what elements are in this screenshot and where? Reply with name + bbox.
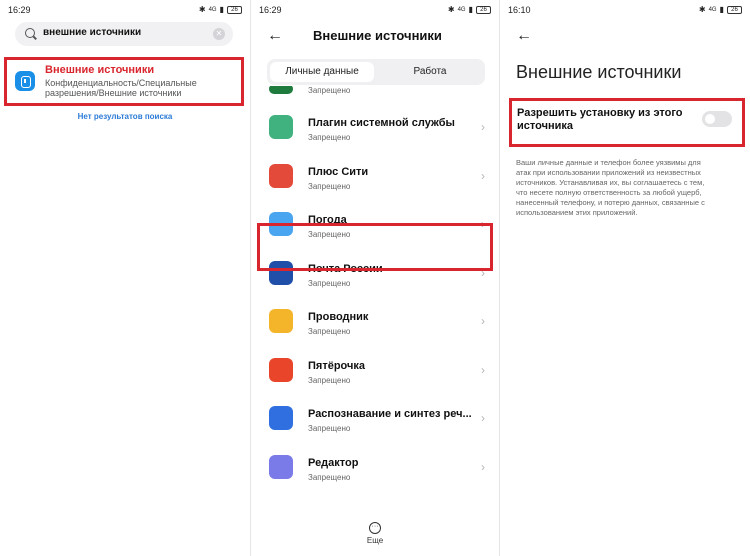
search-result-external-sources[interactable]: Внешние источники Конфиденциальность/Спе… [4,57,244,106]
app-name: Плюс Сити [308,165,369,178]
permission-label: Разрешить установку из этого источника [517,107,683,132]
page-title: Внешние источники [313,28,442,43]
result-path: Конфиденциальность/Специальные разрешени… [45,78,197,98]
status-icons: ✱ 4G ▮ 26 [699,5,742,14]
toggle-app-icon [269,86,293,94]
more-label: Еще [366,536,384,545]
battery-icon: 26 [727,5,742,14]
back-arrow-icon[interactable]: ← [516,28,532,44]
list-item[interactable]: Распознавание и синтез реч... Запрещено › [251,399,499,447]
list-item[interactable]: Пятёрочка Запрещено › [251,351,499,399]
app-status: Запрещено [308,375,351,385]
list-item[interactable]: Плагин системной службы Запрещено › [251,108,499,156]
bluetooth-icon: ✱ [198,5,206,14]
app-status: Запрещено [308,181,351,191]
more-dots-icon: ··· [369,522,381,534]
network-icon: 4G [208,6,217,13]
app-list: Запрещено Плагин системной службы Запреще… [251,86,499,504]
tab-work[interactable]: Работа [378,62,482,82]
list-item[interactable]: Редактор Запрещено › [251,448,499,496]
app-status: Запрещено [308,278,351,288]
app-icon [269,163,293,188]
highlight-box [257,223,493,271]
app-icon [269,406,293,430]
tab-personal[interactable]: Личные данные [270,62,374,82]
status-time: 16:10 [508,5,531,15]
app-status: Запрещено [308,472,351,482]
app-icon [269,357,293,382]
security-warning: Ваши личные данные и телефон более уязви… [516,158,705,217]
chevron-right-icon: › [481,168,485,183]
app-name: Распознавание и синтез реч... [308,408,472,420]
status-icons: ✱ 4G ▮ 26 [199,5,242,14]
app-status: Запрещено [308,327,351,336]
signal-icon: ▮ [719,5,724,14]
status-time: 16:29 [8,5,31,15]
permission-detail-screen: 16:10 ✱ 4G ▮ 26 ← Внешние источники Разр… [500,0,750,556]
chevron-right-icon: › [481,314,485,328]
app-status: Запрещено [308,424,351,433]
status-bar: 16:10 ✱ 4G ▮ 26 [508,5,742,19]
bluetooth-icon: ✱ [447,5,455,14]
search-query: внешние источники [43,27,142,38]
allow-install-setting[interactable]: Разрешить установку из этого источника [509,98,745,147]
battery-icon: 26 [227,5,242,14]
app-name: Редактор [308,456,359,469]
more-button[interactable]: ··· Еще [251,515,499,545]
app-name: Проводник [308,311,369,323]
bluetooth-icon: ✱ [698,5,706,14]
status-bar: 16:29 ✱ 4G ▮ 26 [8,5,242,19]
chevron-right-icon: › [481,362,485,377]
network-icon: 4G [457,6,466,13]
app-status: Запрещено [308,133,351,142]
search-input[interactable]: внешние источники ✕ [15,22,233,46]
status-bar: 16:29 ✱ 4G ▮ 26 [259,5,491,19]
clear-search-icon[interactable]: ✕ [213,28,225,40]
signal-icon: ▮ [468,5,473,14]
toggle-knob [705,114,715,124]
shield-lock-icon [15,71,35,91]
profile-tabs: Личные данные Работа [267,59,485,85]
chevron-right-icon: › [481,120,485,134]
settings-search-screen: 16:29 ✱ 4G ▮ 26 внешние источники ✕ Внеш… [0,0,250,556]
list-item[interactable]: Плюс Сити Запрещено › [251,157,499,205]
result-title: Внешние источники [45,64,155,76]
chevron-right-icon: › [481,411,485,425]
back-arrow-icon[interactable]: ← [267,28,283,44]
network-icon: 4G [708,6,717,13]
status-icons: ✱ 4G ▮ 26 [448,5,491,14]
chevron-right-icon: › [481,459,485,474]
page-title: Внешние источники [516,62,682,82]
list-item[interactable]: Проводник Запрещено › [251,302,499,350]
allow-install-toggle[interactable] [702,111,732,127]
search-icon [25,28,35,38]
no-results-text: Нет результатов поиска [77,112,173,121]
app-icon [269,454,293,479]
signal-icon: ▮ [219,5,224,14]
app-icon [269,309,293,333]
app-name: Плагин системной службы [308,117,455,129]
battery-icon: 26 [476,5,491,14]
status-time: 16:29 [259,5,282,15]
app-icon [269,115,293,139]
app-name: Пятёрочка [308,359,366,372]
app-status: Запрещено [308,86,351,95]
external-sources-app-list-screen: 16:29 ✱ 4G ▮ 26 ← Внешние источники Личн… [251,0,499,556]
